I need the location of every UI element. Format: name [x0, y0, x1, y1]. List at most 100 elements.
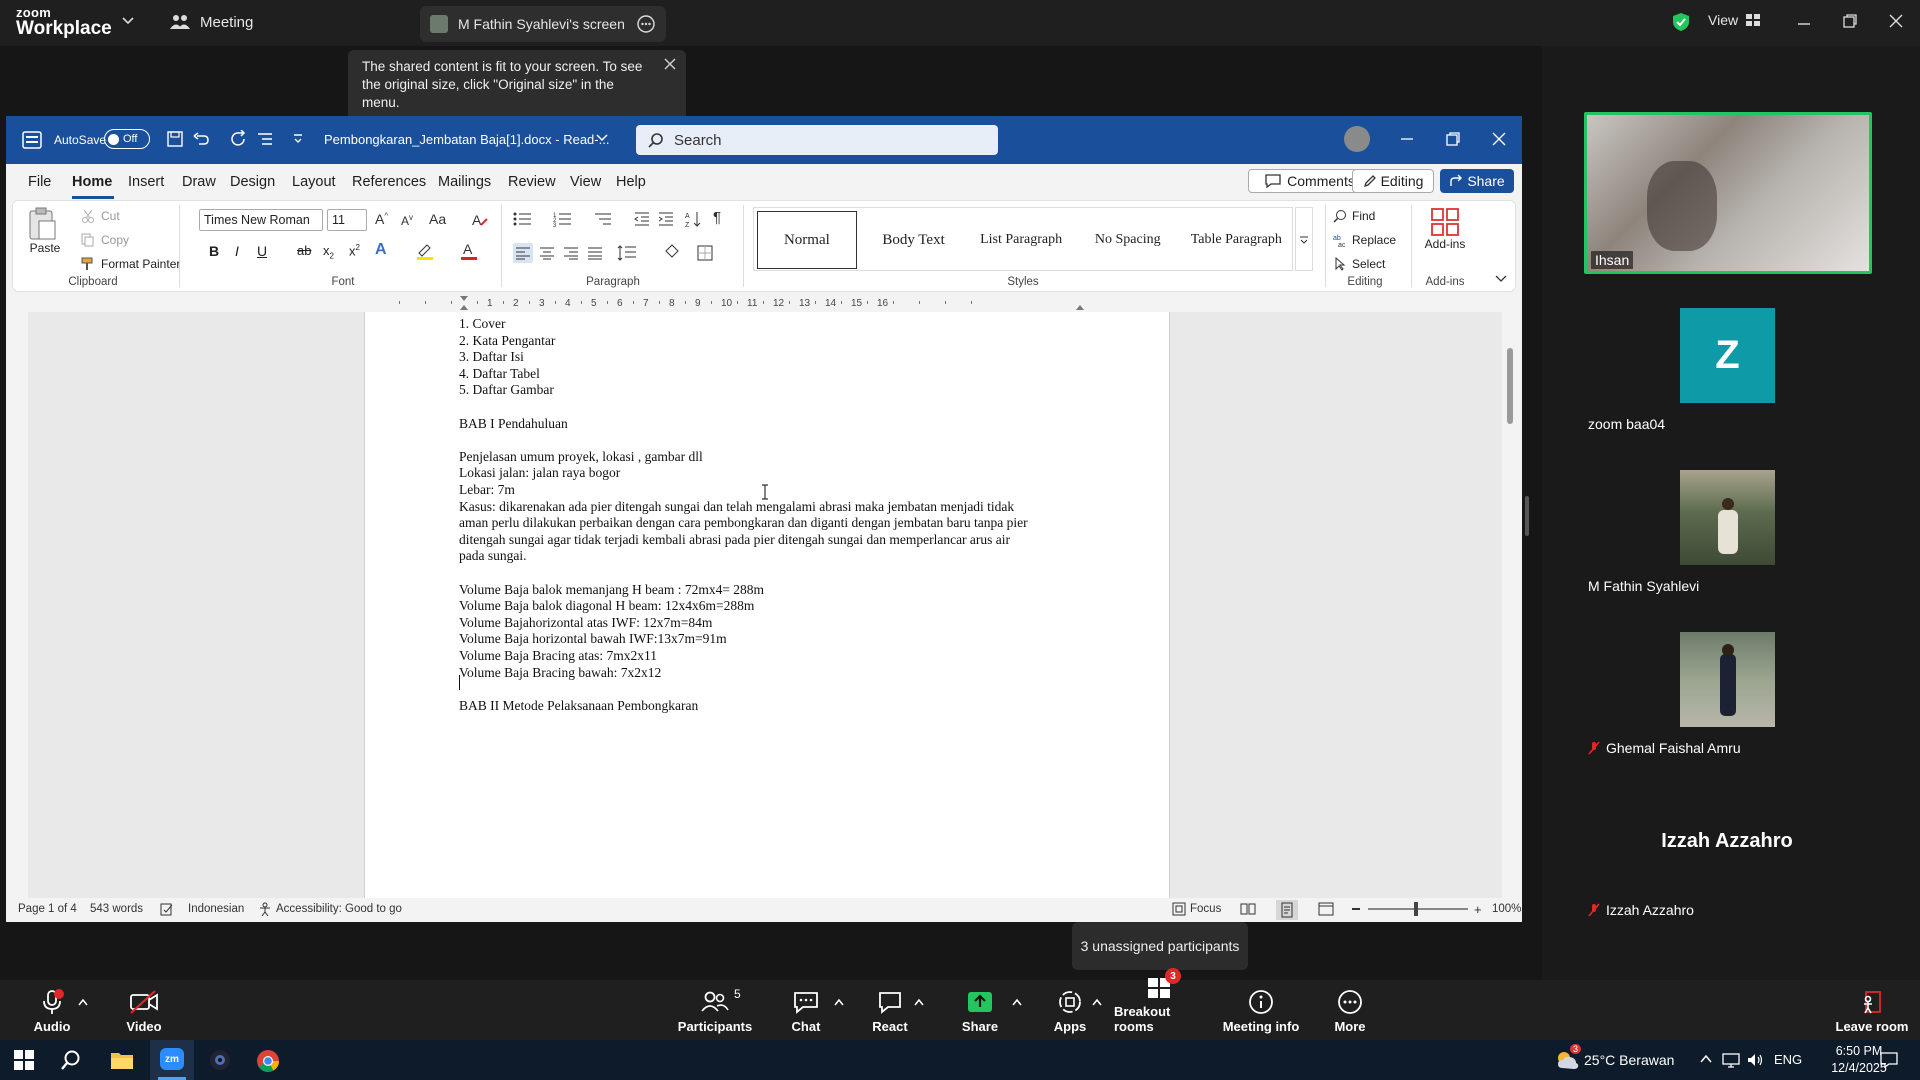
- document-title[interactable]: Pembongkaran_Jembatan Baja[1].docx - Rea…: [324, 132, 609, 147]
- format-painter-button[interactable]: Format Painter: [81, 257, 180, 271]
- document-line[interactable]: 4. Daftar Tabel: [459, 366, 540, 382]
- numbering-icon[interactable]: 123: [553, 211, 573, 227]
- word-minimize-icon[interactable]: [1400, 132, 1414, 146]
- shading-icon[interactable]: [663, 243, 681, 261]
- document-line[interactable]: 2. Kata Pengantar: [459, 333, 555, 349]
- change-case-icon[interactable]: Aa: [429, 211, 446, 227]
- align-right-icon[interactable]: [563, 246, 579, 260]
- proofing-icon[interactable]: [160, 902, 174, 916]
- document-line[interactable]: 3. Daftar Isi: [459, 349, 524, 365]
- list-style-icon[interactable]: [256, 130, 274, 148]
- read-mode-icon[interactable]: [1240, 902, 1256, 916]
- bold-icon[interactable]: B: [209, 243, 219, 259]
- notifications-icon[interactable]: [1880, 1052, 1898, 1068]
- document-line[interactable]: 5. Daftar Gambar: [459, 382, 554, 398]
- cut-button[interactable]: Cut: [81, 209, 120, 223]
- word-count[interactable]: 543 words: [90, 903, 143, 915]
- encryption-shield-icon[interactable]: [1672, 12, 1690, 32]
- document-line[interactable]: 1. Cover: [459, 316, 506, 332]
- windows-start-icon[interactable]: [14, 1050, 34, 1070]
- styles-more-icon[interactable]: [1295, 207, 1313, 271]
- document-line[interactable]: Volume Baja horizontal bawah IWF:13x7m=9…: [459, 631, 727, 647]
- search-box[interactable]: Search: [636, 125, 998, 155]
- tab-help[interactable]: Help: [616, 174, 646, 190]
- volume-icon[interactable]: [1746, 1052, 1764, 1068]
- zoom-in-icon[interactable]: +: [1474, 903, 1482, 916]
- zoom-out-icon[interactable]: [1352, 908, 1360, 910]
- font-color-icon[interactable]: A: [459, 241, 479, 261]
- style-table-paragraph[interactable]: Table Paragraph: [1184, 211, 1289, 269]
- taskbar-search-icon[interactable]: [60, 1049, 82, 1071]
- bullets-icon[interactable]: [513, 211, 533, 227]
- document-line[interactable]: pada sungai.: [459, 548, 526, 564]
- tab-references[interactable]: References: [352, 174, 426, 190]
- addins-button[interactable]: Add-ins: [1421, 207, 1469, 251]
- style-body-text[interactable]: Body Text: [863, 211, 965, 269]
- tab-layout[interactable]: Layout: [292, 174, 336, 190]
- document-line[interactable]: BAB I Pendahuluan: [459, 416, 568, 432]
- align-center-icon[interactable]: [539, 246, 555, 260]
- weather-icon[interactable]: 3: [1554, 1044, 1582, 1072]
- screen-share-tab[interactable]: M Fathin Syahlevi's screen: [420, 6, 666, 42]
- page-count[interactable]: Page 1 of 4: [18, 903, 77, 915]
- participant-tile-ihsan[interactable]: Ihsan: [1584, 112, 1872, 274]
- unassigned-participants-toast[interactable]: 3 unassigned participants: [1072, 922, 1248, 970]
- autosave-toggle[interactable]: Off: [104, 129, 150, 149]
- participant-display-name[interactable]: Izzah Azzahro: [1622, 830, 1832, 853]
- document-line[interactable]: Penjelasan umum proyek, lokasi , gambar …: [459, 449, 703, 465]
- audio-options-caret[interactable]: [78, 998, 88, 1006]
- line-spacing-icon[interactable]: [617, 245, 637, 261]
- zoom-slider[interactable]: [1368, 908, 1468, 910]
- document-line[interactable]: BAB II Metode Pelaksanaan Pembongkaran: [459, 698, 698, 714]
- decrease-indent-icon[interactable]: [633, 211, 651, 227]
- apps-options-caret[interactable]: [1092, 998, 1102, 1006]
- react-button[interactable]: React: [860, 980, 920, 1040]
- zoom-level[interactable]: 100%: [1492, 903, 1521, 915]
- minimize-icon[interactable]: [1796, 14, 1812, 30]
- panel-splitter[interactable]: [1525, 496, 1529, 536]
- camera-app-icon[interactable]: [208, 1049, 232, 1071]
- document-line[interactable]: Volume Bajahorizontal atas IWF: 12x7m=84…: [459, 615, 712, 631]
- increase-indent-icon[interactable]: [657, 211, 675, 227]
- save-icon[interactable]: [166, 130, 184, 148]
- document-line[interactable]: Lebar: 7m: [459, 482, 515, 498]
- zoom-slider-thumb[interactable]: [1414, 902, 1418, 916]
- participant-avatar-ghemal[interactable]: [1680, 632, 1775, 727]
- copy-button[interactable]: Copy: [81, 233, 129, 247]
- highlight-icon[interactable]: [415, 241, 435, 261]
- document-line[interactable]: Lokasi jalan: jalan raya bogor: [459, 465, 620, 481]
- restore-icon[interactable]: [1842, 13, 1858, 29]
- pilcrow-icon[interactable]: ¶: [713, 209, 721, 226]
- indent-markers[interactable]: [460, 296, 1084, 310]
- focus-button[interactable]: Focus: [1172, 902, 1221, 916]
- undo-icon[interactable]: [192, 130, 210, 148]
- participants-button[interactable]: 5 Participants: [660, 980, 770, 1040]
- style-list-paragraph[interactable]: List Paragraph: [970, 211, 1072, 269]
- tab-home[interactable]: Home: [72, 174, 112, 190]
- subscript-icon[interactable]: x2: [323, 243, 334, 261]
- show-hidden-icons-icon[interactable]: [1700, 1054, 1712, 1064]
- underline-icon[interactable]: U: [257, 243, 267, 259]
- file-explorer-icon[interactable]: [110, 1050, 134, 1070]
- accessibility-icon[interactable]: [258, 902, 272, 916]
- tab-view[interactable]: View: [570, 174, 601, 190]
- web-layout-icon[interactable]: [1318, 902, 1334, 916]
- document-line[interactable]: Volume Baja Bracing bawah: 7x2x12: [459, 665, 661, 681]
- network-icon[interactable]: [1722, 1052, 1740, 1068]
- clear-formatting-icon[interactable]: A: [471, 211, 489, 229]
- view-button[interactable]: View: [1708, 12, 1761, 28]
- font-size-select[interactable]: 11: [327, 209, 367, 231]
- audio-button[interactable]: Audio: [22, 980, 82, 1040]
- more-button[interactable]: More: [1320, 980, 1380, 1040]
- chat-button[interactable]: Chat: [776, 980, 836, 1040]
- paste-button[interactable]: Paste: [27, 207, 63, 255]
- participant-avatar-z[interactable]: Z: [1680, 308, 1775, 403]
- redo-icon[interactable]: [230, 130, 248, 148]
- sort-icon[interactable]: AZ: [685, 210, 703, 228]
- chevron-down-icon[interactable]: [122, 16, 134, 26]
- print-layout-icon[interactable]: [1276, 900, 1298, 920]
- document-line[interactable]: ditengah sungai agar tidak terjadi kemba…: [459, 532, 1010, 548]
- borders-icon[interactable]: [697, 245, 713, 261]
- tab-design[interactable]: Design: [230, 174, 275, 190]
- tooltip-close-icon[interactable]: [664, 58, 676, 70]
